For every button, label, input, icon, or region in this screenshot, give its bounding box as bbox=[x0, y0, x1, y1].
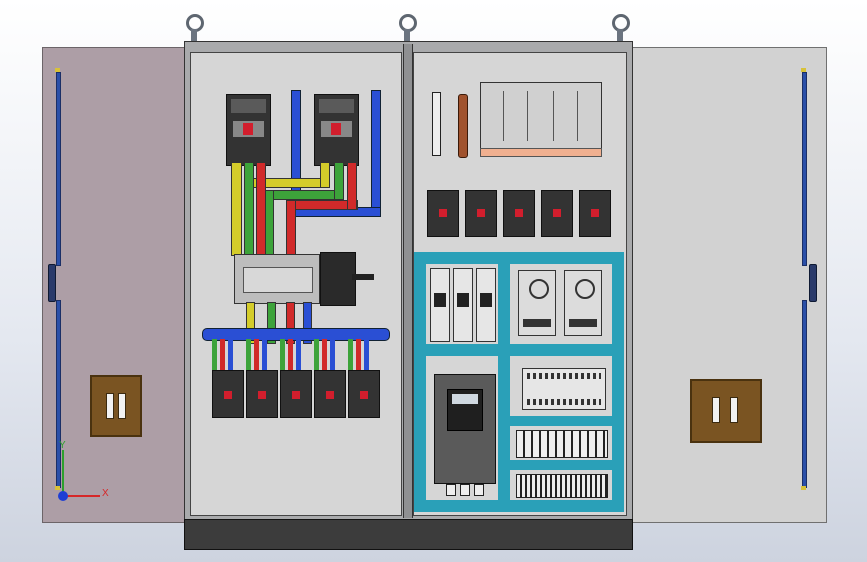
switch-handle[interactable] bbox=[352, 274, 374, 280]
right-door[interactable] bbox=[628, 47, 827, 523]
fan-filter-unit[interactable] bbox=[480, 82, 602, 150]
main-breaker-1[interactable] bbox=[226, 94, 271, 166]
din-rail-frame-bottom bbox=[414, 500, 624, 512]
din-rail-horizontal bbox=[414, 344, 624, 356]
terminal-strip-vertical bbox=[432, 92, 441, 156]
din-rail-horizontal bbox=[510, 460, 612, 470]
vfd-keypad[interactable] bbox=[447, 389, 483, 431]
lock-slot bbox=[712, 397, 720, 423]
busbar-neutral bbox=[371, 90, 381, 217]
left-door-rod-top bbox=[56, 72, 61, 266]
power-supply-1[interactable] bbox=[518, 270, 556, 336]
busbar-red bbox=[347, 162, 357, 210]
changeover-switch[interactable] bbox=[234, 254, 320, 304]
left-door-handle[interactable] bbox=[48, 264, 56, 302]
fan-mount-strip bbox=[480, 148, 602, 157]
busbar-green bbox=[244, 162, 254, 256]
din-rail-frame-top bbox=[414, 252, 624, 264]
x-axis-arrow bbox=[64, 495, 100, 497]
plc-controller[interactable] bbox=[522, 368, 606, 410]
vfd-terminal bbox=[460, 484, 470, 496]
din-rail-frame-left bbox=[414, 252, 426, 512]
main-breaker-2[interactable] bbox=[314, 94, 359, 166]
vfd-terminal bbox=[474, 484, 484, 496]
hinge-pin bbox=[801, 486, 806, 490]
feeder-breaker-4[interactable] bbox=[314, 370, 346, 418]
y-axis-label: Y bbox=[59, 440, 66, 451]
branch-breaker-4[interactable] bbox=[541, 190, 573, 237]
lock-slot bbox=[730, 397, 738, 423]
x-axis-label: X bbox=[102, 488, 109, 499]
din-rail-vertical bbox=[498, 264, 510, 500]
door-lock-icon[interactable] bbox=[690, 379, 762, 443]
cabinet-plinth bbox=[184, 519, 633, 550]
feeder-breaker-2[interactable] bbox=[246, 370, 278, 418]
busbar-red bbox=[256, 162, 266, 256]
feeder-droppers bbox=[212, 339, 382, 371]
branch-breaker-3[interactable] bbox=[503, 190, 535, 237]
busbar-yellow bbox=[231, 162, 242, 256]
busbar-red bbox=[286, 200, 296, 256]
panel-divider bbox=[403, 44, 413, 518]
right-door-handle[interactable] bbox=[809, 264, 817, 302]
fuse-holder-2[interactable] bbox=[453, 268, 473, 342]
terminal-block-row bbox=[516, 430, 608, 458]
branch-breaker-1[interactable] bbox=[427, 190, 459, 237]
right-door-rod-bottom bbox=[802, 300, 807, 488]
terminal-block-row bbox=[516, 474, 608, 498]
lock-slot bbox=[106, 393, 114, 419]
branch-breaker-5[interactable] bbox=[579, 190, 611, 237]
switch-actuator[interactable] bbox=[320, 252, 356, 306]
lock-slot bbox=[118, 393, 126, 419]
feeder-breaker-3[interactable] bbox=[280, 370, 312, 418]
fuse-holder-1[interactable] bbox=[430, 268, 450, 342]
branch-breaker-2[interactable] bbox=[465, 190, 497, 237]
fuse-holder-3[interactable] bbox=[476, 268, 496, 342]
power-supply-2[interactable] bbox=[564, 270, 602, 336]
vfd-terminal bbox=[446, 484, 456, 496]
busbar-green bbox=[264, 190, 344, 200]
z-axis-dot bbox=[58, 491, 68, 501]
din-rail-horizontal bbox=[510, 416, 612, 426]
variable-frequency-drive[interactable] bbox=[434, 374, 496, 484]
busbar-yellow bbox=[320, 162, 330, 188]
y-axis-arrow bbox=[62, 450, 64, 496]
right-door-rod-top bbox=[802, 72, 807, 266]
din-rail-frame-right bbox=[612, 252, 624, 512]
copper-bar bbox=[458, 94, 468, 158]
axis-triad-icon: Y X bbox=[52, 440, 112, 506]
feeder-breaker-1[interactable] bbox=[212, 370, 244, 418]
feeder-breaker-5[interactable] bbox=[348, 370, 380, 418]
door-lock-icon[interactable] bbox=[90, 375, 142, 437]
busbar-green bbox=[334, 162, 344, 200]
